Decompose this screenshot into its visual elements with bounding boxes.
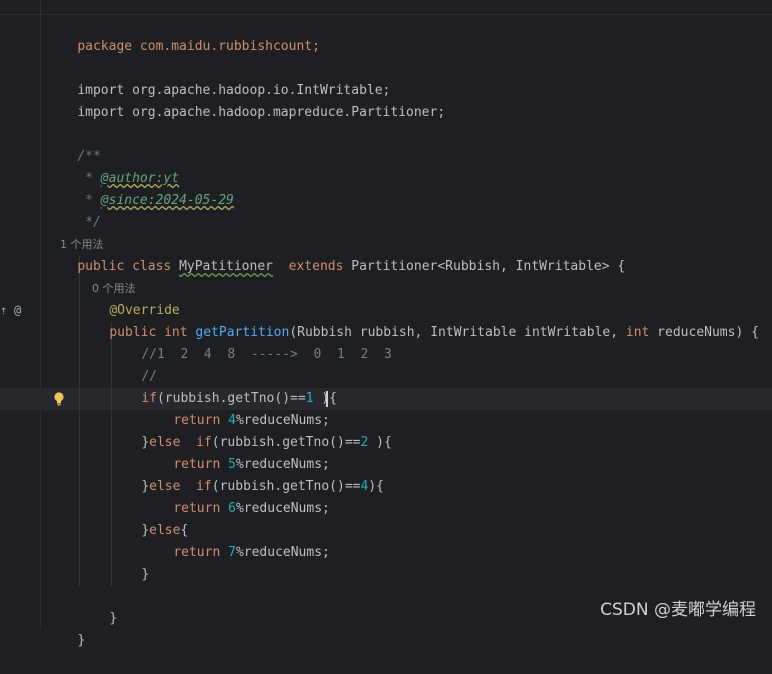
class-name: MyPatitioner xyxy=(179,259,273,274)
code-line-close-else: } xyxy=(110,542,149,582)
doc-tag-since: @since:2024-05-29 xyxy=(100,193,234,208)
keyword: int xyxy=(625,325,650,340)
package-statement: package com.maidu.rubbishcount; xyxy=(77,39,320,54)
code-line-close-method: } xyxy=(78,586,117,626)
watermark: CSDN @麦嘟学编程 xyxy=(600,600,756,620)
code-line-import-2: import org.apache.hadoop.mapreduce.Parti… xyxy=(46,80,445,120)
brace: ){ xyxy=(368,435,392,450)
code-line-import-1: import org.apache.hadoop.io.IntWritable; xyxy=(46,58,390,98)
brace: } xyxy=(141,567,150,582)
text-caret xyxy=(326,391,328,407)
code-line-else-if-1: }else if(rubbish.getTno()==2 ){ xyxy=(110,410,391,450)
code-line-return-4: return 7%reduceNums; xyxy=(142,520,330,560)
usages-hint-class: 1 个用法 xyxy=(46,212,104,251)
intention-bulb-icon[interactable] xyxy=(53,391,65,407)
code-line-class-decl: public class MyPatitioner extends Partit… xyxy=(46,234,625,274)
superclass: Partitioner<Rubbish, IntWritable> { xyxy=(351,259,626,274)
number-literal: 6 xyxy=(228,501,236,516)
code-line-if: if(rubbish.getTno()==1 ){ xyxy=(110,366,337,406)
code-line-return-2: return 5%reduceNums; xyxy=(142,432,330,472)
code-line-comment-1: //1 2 4 8 -----> 0 1 2 3 xyxy=(110,322,391,362)
code-line-else: }else{ xyxy=(110,498,188,538)
brace: } xyxy=(77,633,86,648)
annotation-gutter-icon[interactable]: @ xyxy=(14,303,21,317)
code-line-doc-author: * @author:yt xyxy=(46,146,179,186)
code-line-override: @Override xyxy=(78,278,179,318)
keyword: return xyxy=(173,545,229,560)
code-line-close-class: } xyxy=(46,608,85,648)
code-line-return-3: return 6%reduceNums; xyxy=(142,476,330,516)
code-line-doc-end: */ xyxy=(46,190,101,230)
code-line-method-decl: public int getPartition(Rubbish rubbish,… xyxy=(78,300,759,340)
code-line-comment-2: // xyxy=(110,344,157,384)
import-statement: import org.apache.hadoop.mapreduce.Parti… xyxy=(77,105,446,120)
code-line-else-if-2: }else if(rubbish.getTno()==4){ xyxy=(110,454,384,494)
implements-method-icon[interactable]: ⇡ xyxy=(0,303,7,317)
parameters: reduceNums) { xyxy=(649,325,759,340)
line-comment: //1 2 4 8 -----> 0 1 2 3 xyxy=(141,347,392,362)
usages-hint-method: 0 个用法 xyxy=(78,256,136,295)
expression: %reduceNums; xyxy=(235,545,330,560)
number-literal: 7 xyxy=(228,545,236,560)
code-line-doc-start: /** xyxy=(46,124,100,164)
code-line-doc-since: * @since:2024-05-29 xyxy=(46,168,234,208)
code-line-package: package com.maidu.rubbishcount; xyxy=(46,14,320,54)
expression: %reduceNums; xyxy=(235,501,330,516)
keyword: extends xyxy=(272,259,352,274)
code-line-return-1: return 4%reduceNums; xyxy=(142,388,330,428)
brace: } xyxy=(109,611,118,626)
brace: ){ xyxy=(368,479,384,494)
